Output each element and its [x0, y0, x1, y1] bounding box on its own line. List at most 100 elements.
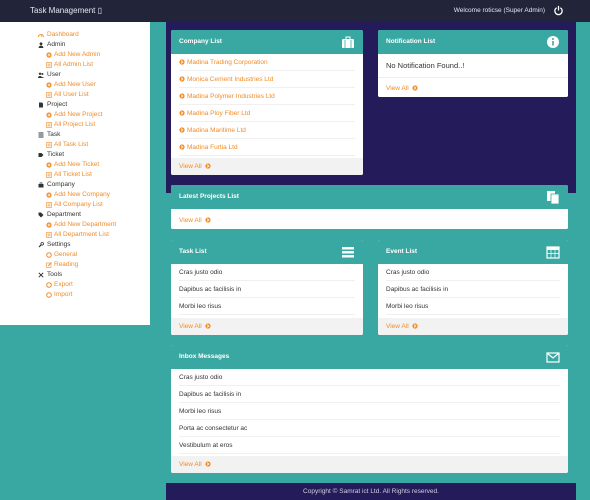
company-link[interactable]: Madina Furtia Ltd — [179, 139, 355, 156]
sidebar-item-label: Add New Admin — [54, 51, 101, 58]
calendar-icon — [546, 246, 560, 259]
sidebar-subitem[interactable]: All User List — [24, 90, 150, 100]
envelope-icon — [546, 352, 560, 363]
company-list: Madina Trading Corporation Monica Cement … — [171, 54, 363, 156]
sidebar-item[interactable]: Company — [24, 180, 150, 190]
company-link[interactable]: Madina Trading Corporation — [179, 54, 355, 71]
list-item-text: Porta ac consectetur ac — [179, 425, 248, 432]
sidebar-item-label: All Task List — [54, 141, 89, 148]
list-item-text: Monica Cement Industries Ltd — [187, 76, 274, 83]
list-item: Morbi leo risus — [179, 298, 355, 315]
sidebar-item-label: Company — [47, 181, 75, 188]
sidebar-item-label: Reading — [54, 261, 79, 268]
company-view-all-link[interactable]: View All — [171, 158, 363, 175]
app-title[interactable]: Task Management ▯ — [30, 6, 102, 15]
sidebar-item[interactable]: Dashboard — [24, 30, 150, 40]
edit-icon — [46, 262, 52, 268]
inbox-view-all-link[interactable]: View All — [171, 456, 568, 473]
tag-icon — [38, 212, 44, 218]
copy-icon — [547, 191, 560, 204]
sidebar-item-label: Dashboard — [47, 31, 79, 38]
sidebar-subitem[interactable]: Add New User — [24, 80, 150, 90]
list-item-text: Vestibulum at eros — [179, 442, 233, 449]
sidebar-item[interactable]: Project — [24, 100, 150, 110]
list-icon — [46, 122, 52, 128]
list-item: Vestibulum at eros — [179, 437, 560, 454]
company-link[interactable]: Monica Cement Industries Ltd — [179, 71, 355, 88]
company-link[interactable]: Madina Maritime Ltd — [179, 122, 355, 139]
sidebar-item-label: User — [47, 71, 61, 78]
sidebar-item[interactable]: Settings — [24, 240, 150, 250]
sidebar-item[interactable]: Task — [24, 130, 150, 140]
briefcase-icon — [342, 36, 354, 48]
info-circle-icon — [547, 36, 559, 48]
company-link[interactable]: Madina Polymer Industries Ltd — [179, 88, 355, 105]
plus-circle-icon — [46, 192, 52, 198]
top-navbar: Task Management ▯ Welcome roticse (Super… — [0, 0, 590, 22]
sidebar-item-label: All User List — [54, 91, 89, 98]
sidebar-item[interactable]: User — [24, 70, 150, 80]
company-link[interactable]: Madina Ploy Fiber Ltd — [179, 105, 355, 122]
task-view-all-link[interactable]: View All — [171, 318, 363, 335]
wrench-icon — [38, 242, 44, 248]
circle-icon — [46, 252, 52, 258]
tools-icon — [38, 272, 44, 278]
sidebar-subitem[interactable]: All Ticket List — [24, 170, 150, 180]
sidebar-background-bottom — [0, 325, 150, 500]
sidebar-subitem[interactable]: All Department List — [24, 230, 150, 240]
sidebar-item-label: Department — [47, 211, 81, 218]
sidebar-item[interactable]: Ticket — [24, 150, 150, 160]
list-item: Morbi leo risus — [386, 298, 560, 315]
notification-view-all-link[interactable]: View All — [378, 80, 568, 97]
sidebar-item-label: Project — [47, 101, 68, 108]
sidebar-item[interactable]: Department — [24, 210, 150, 220]
list-item-text: Madina Furtia Ltd — [187, 144, 238, 151]
event-list-panel: Event List Cras justo odio Dapibus ac fac… — [378, 240, 568, 335]
event-view-all-link[interactable]: View All — [378, 318, 568, 335]
power-icon[interactable] — [553, 5, 564, 16]
arrow-circle-right-icon — [205, 217, 212, 223]
arrow-circle-right-icon — [412, 85, 419, 91]
file-icon — [39, 102, 43, 108]
arrow-circle-right-icon — [205, 323, 212, 329]
sidebar-subitem[interactable]: All Project List — [24, 120, 150, 130]
sidebar-item-label: All Ticket List — [54, 171, 92, 178]
sidebar-subitem[interactable]: Add New Company — [24, 190, 150, 200]
sidebar-subitem[interactable]: Add New Ticket — [24, 160, 150, 170]
plus-circle-icon — [46, 162, 52, 168]
sidebar-item[interactable]: Admin — [24, 40, 150, 50]
sidebar-subitem[interactable]: Add New Department — [24, 220, 150, 230]
sidebar-subitem[interactable]: All Admin List — [24, 60, 150, 70]
list-item-text: Madina Trading Corporation — [187, 59, 268, 66]
tasks-icon — [38, 132, 44, 138]
task-list-title: Task List — [179, 248, 207, 255]
arrow-circle-right-icon — [205, 461, 212, 467]
list-item-text: Dapibus ac facilisis in — [386, 286, 449, 293]
inbox-messages-title: Inbox Messages — [179, 353, 230, 360]
sidebar-subitem[interactable]: Add New Admin — [24, 50, 150, 60]
sidebar-subitem[interactable]: Reading — [24, 260, 150, 270]
sidebar-subitem[interactable]: Export — [24, 280, 150, 290]
sidebar-subitem[interactable]: Add New Project — [24, 110, 150, 120]
sidebar-item[interactable]: Tools — [24, 270, 150, 280]
list-icon — [46, 202, 52, 208]
notification-list-header: Notification List — [378, 30, 568, 54]
plus-circle-icon — [46, 112, 52, 118]
list-icon — [46, 142, 52, 148]
projects-view-all-link[interactable]: View All — [171, 212, 568, 229]
arrow-circle-right-icon — [179, 110, 185, 116]
sidebar-item-label: Ticket — [47, 151, 65, 158]
list-icon — [46, 232, 52, 238]
sidebar-subitem[interactable]: Import — [24, 290, 150, 300]
sidebar-subitem[interactable]: All Task List — [24, 140, 150, 150]
sidebar-item-label: Admin — [47, 41, 66, 48]
list-item-text: Madina Polymer Industries Ltd — [187, 93, 275, 100]
view-all-label: View All — [179, 217, 202, 224]
list-item: Cras justo odio — [179, 369, 560, 386]
task-list-header: Task List — [171, 240, 363, 264]
plus-circle-icon — [46, 82, 52, 88]
sidebar-subitem[interactable]: General — [24, 250, 150, 260]
task-list: Cras justo odio Dapibus ac facilisis in Mo… — [171, 264, 363, 315]
latest-projects-title: Latest Projects List — [179, 193, 239, 200]
sidebar-subitem[interactable]: All Company List — [24, 200, 150, 210]
